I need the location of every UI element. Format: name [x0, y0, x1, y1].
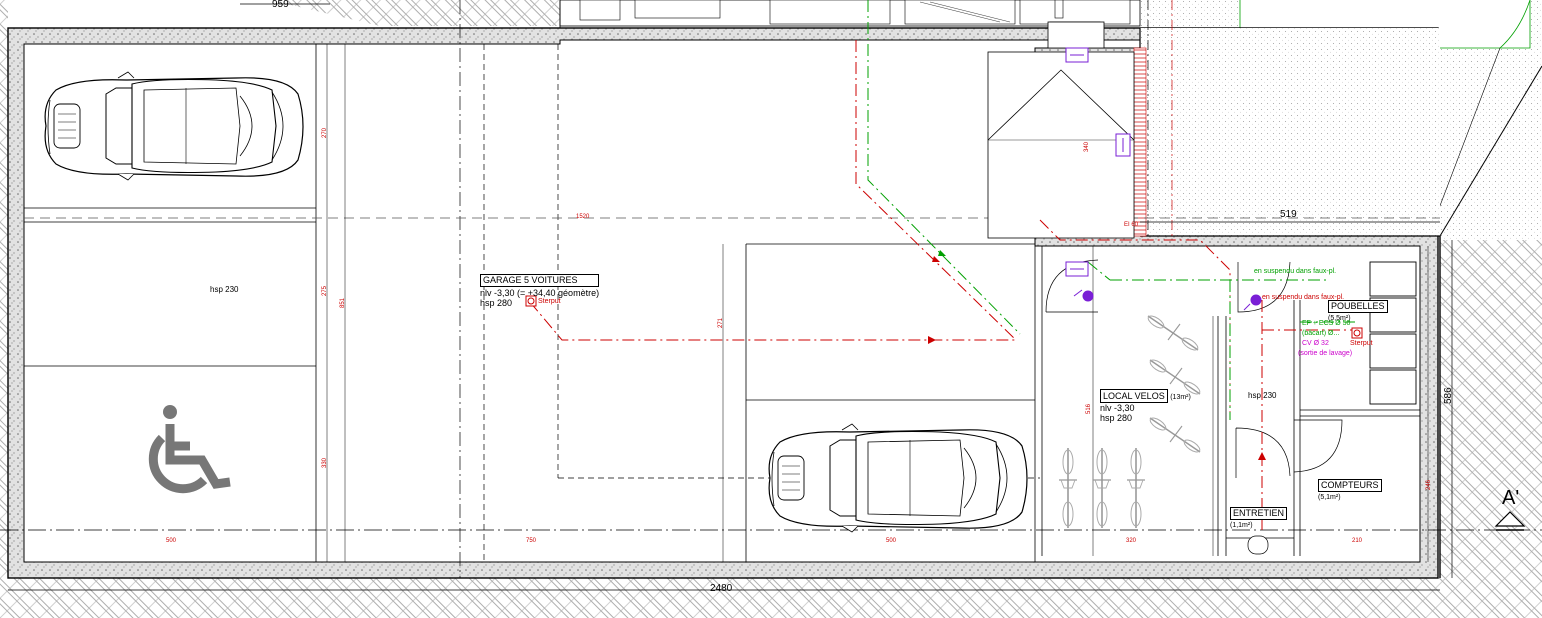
bikes-area: (13m²)	[1170, 394, 1191, 401]
note-pipe-4: (sortie de lavage)	[1298, 350, 1353, 357]
dim-500: 500	[166, 538, 177, 544]
dim-right-width: 519	[1280, 209, 1297, 220]
dim-271: 271	[718, 317, 725, 329]
dim-ei: EI 60	[1124, 222, 1139, 228]
note-pipe-3: CV Ø 32	[1302, 340, 1329, 347]
note-pipe-1: EF + ECS Ø 50	[1302, 320, 1351, 327]
dim-right-height: 586	[1443, 387, 1454, 404]
bins-label: POUBELLES (5,5m²)	[1328, 300, 1388, 322]
dim-overall-length: 2480	[710, 583, 733, 594]
dim-275: 275	[322, 285, 329, 297]
dim-851: 851	[340, 297, 347, 309]
maintenance-label: ENTRETIEN (1,1m²)	[1230, 507, 1288, 529]
garage-sump-label: Sterput	[538, 298, 561, 305]
note-suspended-1: en suspendu dans faux-pl.	[1254, 268, 1337, 275]
maintenance-name: ENTRETIEN	[1230, 507, 1288, 520]
dim-340: 340	[1084, 141, 1091, 153]
dim-270: 270	[322, 127, 329, 139]
bikes-label: LOCAL VELOS (13m²) nlv -3,30 hsp 280	[1100, 389, 1191, 423]
section-marker-label: A'	[1502, 487, 1520, 509]
bikes-name: LOCAL VELOS	[1100, 389, 1168, 403]
dim-330: 330	[322, 457, 329, 469]
meters-label: COMPTEURS (5,1m²)	[1318, 479, 1382, 501]
dim-top-left: 959	[272, 0, 289, 10]
dim-500b: 500	[886, 538, 897, 544]
garage-name: GARAGE 5 VOITURES	[480, 274, 600, 287]
maintenance-area: (1,1m²)	[1230, 522, 1253, 529]
bins-sump-label: Sterput	[1350, 340, 1373, 347]
bikes-height: hsp 280	[1100, 413, 1133, 423]
floor-plan	[0, 0, 1542, 618]
dim-1520: 1520	[576, 214, 590, 220]
dim-246: 246	[1426, 479, 1433, 491]
dim-516: 516	[1086, 403, 1093, 415]
bikes-level: nlv -3,30	[1100, 403, 1135, 413]
garage-level: nlv -3,30 (= +34,40 géomètre)	[480, 288, 600, 298]
note-pipe-2: (bâcart) Ø...	[1302, 330, 1340, 337]
meters-name: COMPTEURS	[1318, 479, 1382, 492]
ramp	[987, 21, 1135, 239]
corridor-height-label: hsp 230	[1248, 391, 1277, 400]
dim-320: 320	[1126, 538, 1137, 544]
meters-area: (5,1m²)	[1318, 494, 1341, 501]
parking-height-label: hsp 230	[210, 285, 239, 294]
dim-210: 210	[1352, 538, 1363, 544]
note-suspended-2: en suspendu dans faux-pl.	[1262, 294, 1345, 301]
bins-name: POUBELLES	[1328, 300, 1388, 313]
dim-750: 750	[526, 538, 537, 544]
